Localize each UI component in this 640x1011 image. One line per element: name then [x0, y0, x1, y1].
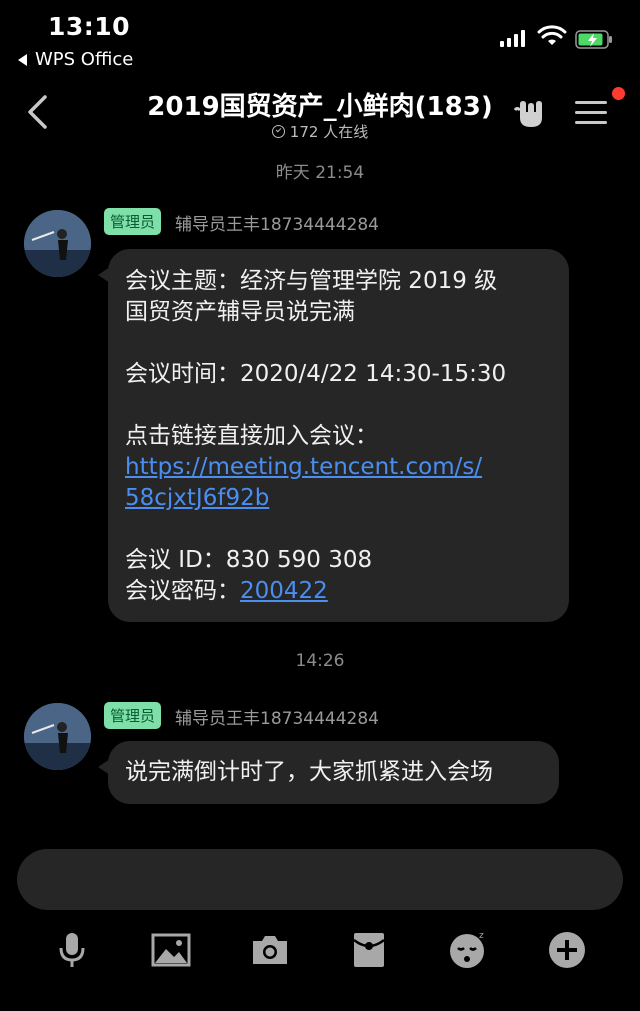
- notification-dot: [612, 87, 625, 100]
- message-timestamp: 14:26: [295, 651, 345, 671]
- avatar[interactable]: [24, 703, 91, 770]
- camera-icon[interactable]: [250, 930, 290, 970]
- meeting-id: 会议 ID：830 590 308: [125, 547, 373, 573]
- back-app-label: WPS Office: [35, 49, 134, 70]
- microphone-icon[interactable]: [52, 930, 92, 970]
- meeting-link-line2[interactable]: 58cjxtJ6f92b: [125, 483, 565, 514]
- menu-icon[interactable]: [575, 99, 607, 127]
- avatar[interactable]: [24, 210, 91, 277]
- message-bubble[interactable]: 说完满倒计时了，大家抓紧进入会场: [98, 741, 559, 804]
- online-check-icon: [271, 125, 285, 138]
- admin-badge: 管理员: [104, 208, 162, 235]
- back-to-app-link[interactable]: WPS Office: [18, 49, 133, 70]
- admin-badge: 管理员: [104, 702, 162, 729]
- message-timestamp: 昨天 21:54: [275, 163, 365, 183]
- sender-name: 辅导员王丰18734444284: [175, 215, 379, 235]
- hand-gesture-icon[interactable]: [512, 94, 550, 130]
- meeting-topic-line1: 会议主题：经济与管理学院 2019 级: [125, 268, 498, 294]
- meeting-details: 会议主题：经济与管理学院 2019 级 国贸资产辅导员说完满 会议时间：2020…: [125, 266, 565, 607]
- cellular-signal-icon: [500, 30, 525, 47]
- red-packet-icon[interactable]: [349, 930, 389, 970]
- back-triangle-icon: [18, 53, 27, 66]
- meeting-time: 会议时间：2020/4/22 14:30-15:30: [125, 361, 507, 387]
- message-input[interactable]: [17, 849, 623, 910]
- status-time: 13:10: [48, 12, 131, 41]
- online-count-label: 172 人在线: [289, 123, 369, 141]
- wifi-icon: [537, 25, 567, 45]
- sender-name: 辅导员王丰18734444284: [175, 709, 379, 729]
- meeting-password-row: 会议密码：200422: [125, 576, 565, 607]
- password-label: 会议密码：: [125, 578, 240, 604]
- battery-charging-icon: [575, 30, 612, 49]
- plus-icon[interactable]: [547, 930, 587, 970]
- svg-text:z: z: [479, 931, 484, 941]
- message-text: 说完满倒计时了，大家抓紧进入会场: [125, 759, 493, 785]
- meeting-link-line1[interactable]: https://meeting.tencent.com/s/: [125, 452, 565, 483]
- message-bubble[interactable]: 会议主题：经济与管理学院 2019 级 国贸资产辅导员说完满 会议时间：2020…: [98, 249, 569, 622]
- join-instruction: 点击链接直接加入会议：: [125, 423, 378, 449]
- emoji-icon[interactable]: z: [448, 930, 488, 970]
- meeting-topic-line2: 国贸资产辅导员说完满: [125, 299, 355, 325]
- meeting-password-link[interactable]: 200422: [240, 578, 328, 604]
- image-icon[interactable]: [151, 930, 191, 970]
